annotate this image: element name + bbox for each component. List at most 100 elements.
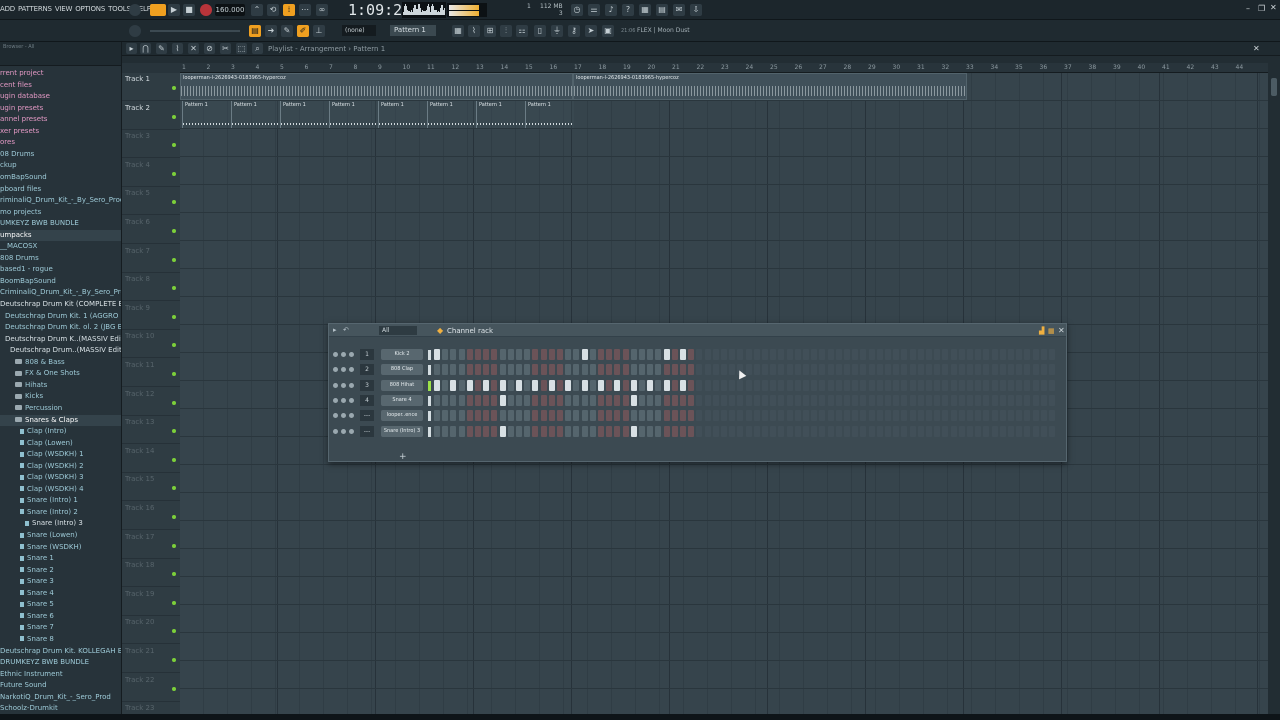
track-header[interactable]: Track 22 — [122, 674, 180, 702]
step-button[interactable] — [737, 349, 744, 360]
step-button[interactable] — [868, 379, 875, 391]
step-button[interactable] — [729, 425, 736, 437]
step-button[interactable] — [983, 349, 990, 360]
playlist-scrollbar-v[interactable] — [1268, 63, 1280, 720]
step-button[interactable] — [786, 364, 793, 376]
step-button[interactable] — [532, 410, 539, 422]
step-button[interactable] — [696, 379, 703, 391]
step-button[interactable] — [844, 364, 850, 376]
step-button[interactable] — [581, 410, 588, 422]
step-button[interactable] — [811, 364, 818, 376]
step-button[interactable] — [803, 394, 809, 406]
step-button[interactable] — [737, 425, 744, 437]
step-button[interactable] — [704, 364, 711, 376]
add-channel-button[interactable]: + — [399, 452, 407, 462]
graph-icon[interactable]: ⌇ — [468, 25, 480, 37]
step-button[interactable] — [581, 394, 588, 406]
track-mute-led[interactable] — [172, 286, 176, 291]
step-button[interactable] — [737, 410, 744, 422]
step-button[interactable] — [540, 410, 547, 422]
channel-select-led[interactable] — [428, 411, 431, 422]
step-button[interactable] — [934, 410, 941, 422]
browser-item[interactable]: Clap (WSDKH) 2 — [0, 461, 121, 472]
channel-volume-knob[interactable] — [349, 367, 354, 373]
track-header[interactable]: Track 4 — [122, 159, 180, 187]
browser-item[interactable]: omBapSound — [0, 172, 121, 183]
step-button[interactable] — [499, 364, 506, 376]
step-button[interactable] — [934, 379, 941, 391]
step-button[interactable] — [917, 379, 924, 391]
browser-item[interactable]: Clap (Lowen) — [0, 438, 121, 449]
browser-item[interactable]: Deutschrap Drum..(MASSIV Edition) — [0, 345, 121, 356]
browser-item[interactable]: Schoolz-Drumkit — [0, 703, 121, 714]
playlist-mute-icon[interactable]: ⊘ — [204, 43, 215, 54]
step-button[interactable] — [680, 394, 686, 406]
step-button[interactable] — [1024, 394, 1031, 406]
step-button[interactable] — [598, 379, 604, 391]
step-button[interactable] — [688, 410, 695, 422]
channel-mute-led[interactable] — [333, 428, 338, 434]
track-mute-led[interactable] — [172, 143, 176, 148]
browser-item[interactable]: Snares & Claps — [0, 414, 121, 426]
step-button[interactable] — [671, 425, 678, 437]
browser-item[interactable]: Clap (WSDKH) 1 — [0, 449, 121, 460]
rack-steps-icon[interactable]: ▦ — [1048, 327, 1055, 335]
track-mute-led[interactable] — [172, 171, 176, 176]
browser-item[interactable]: Snare 4 — [0, 588, 121, 599]
step-button[interactable] — [819, 349, 826, 360]
step-button[interactable] — [885, 379, 891, 391]
step-button[interactable] — [442, 394, 449, 406]
step-button[interactable] — [827, 410, 834, 422]
track-header[interactable]: Track 11 — [122, 359, 180, 387]
mixer-track-number[interactable]: --- — [360, 425, 374, 437]
stamp-icon[interactable]: ⊥ — [313, 25, 325, 37]
step-button[interactable] — [909, 394, 916, 406]
plug-icon[interactable]: ⏚ — [551, 25, 563, 37]
step-button[interactable] — [647, 410, 654, 422]
step-button[interactable] — [1040, 364, 1047, 376]
step-button[interactable] — [827, 349, 834, 360]
step-button[interactable] — [573, 364, 580, 376]
step-button[interactable] — [803, 379, 809, 391]
step-button[interactable] — [975, 425, 982, 437]
step-button[interactable] — [885, 410, 891, 422]
step-button[interactable] — [491, 349, 498, 360]
step-button[interactable] — [860, 379, 867, 391]
step-button[interactable] — [1008, 379, 1014, 391]
step-button[interactable] — [1049, 349, 1055, 360]
track-mute-led[interactable] — [172, 429, 176, 434]
step-button[interactable] — [532, 379, 539, 391]
step-button[interactable] — [819, 379, 826, 391]
step-button[interactable] — [639, 394, 645, 406]
channel-name-button[interactable]: Snare (Intro) 3 — [381, 425, 423, 437]
browser-item[interactable]: Clap (WSDKH) 3 — [0, 472, 121, 483]
browser-item[interactable]: Ethnic Instrument — [0, 669, 121, 680]
step-button[interactable] — [819, 364, 826, 376]
step-button[interactable] — [835, 379, 842, 391]
step-button[interactable] — [745, 364, 752, 376]
step-button[interactable] — [557, 425, 563, 437]
step-button[interactable] — [614, 349, 621, 360]
step-button[interactable] — [507, 425, 514, 437]
step-button[interactable] — [778, 410, 785, 422]
tempo-display[interactable]: 160.000 — [215, 4, 245, 16]
sliders-icon[interactable]: ⫶ — [500, 25, 512, 37]
step-button[interactable] — [926, 394, 932, 406]
step-button[interactable] — [967, 394, 973, 406]
file-icon[interactable]: ▯ — [534, 25, 546, 37]
step-button[interactable] — [680, 410, 686, 422]
step-button[interactable] — [827, 364, 834, 376]
step-button[interactable] — [803, 425, 809, 437]
step-button[interactable] — [475, 410, 481, 422]
track-header[interactable]: Track 7 — [122, 245, 180, 273]
step-button[interactable] — [909, 364, 916, 376]
channel-rack-titlebar[interactable]: ▸ ↶ All ◆ Channel rack ▟ ▦ ✕ — [329, 324, 1066, 337]
step-button[interactable] — [663, 364, 670, 376]
step-button[interactable] — [942, 425, 949, 437]
browser-item[interactable]: Deutschrap Drum Kit. 1 (AGGRO Edition) — [0, 311, 121, 322]
step-button[interactable] — [622, 410, 629, 422]
step-button[interactable] — [835, 425, 842, 437]
step-button[interactable] — [655, 364, 662, 376]
playlist-scrollbar-h[interactable] — [122, 56, 1280, 63]
step-button[interactable] — [983, 394, 990, 406]
